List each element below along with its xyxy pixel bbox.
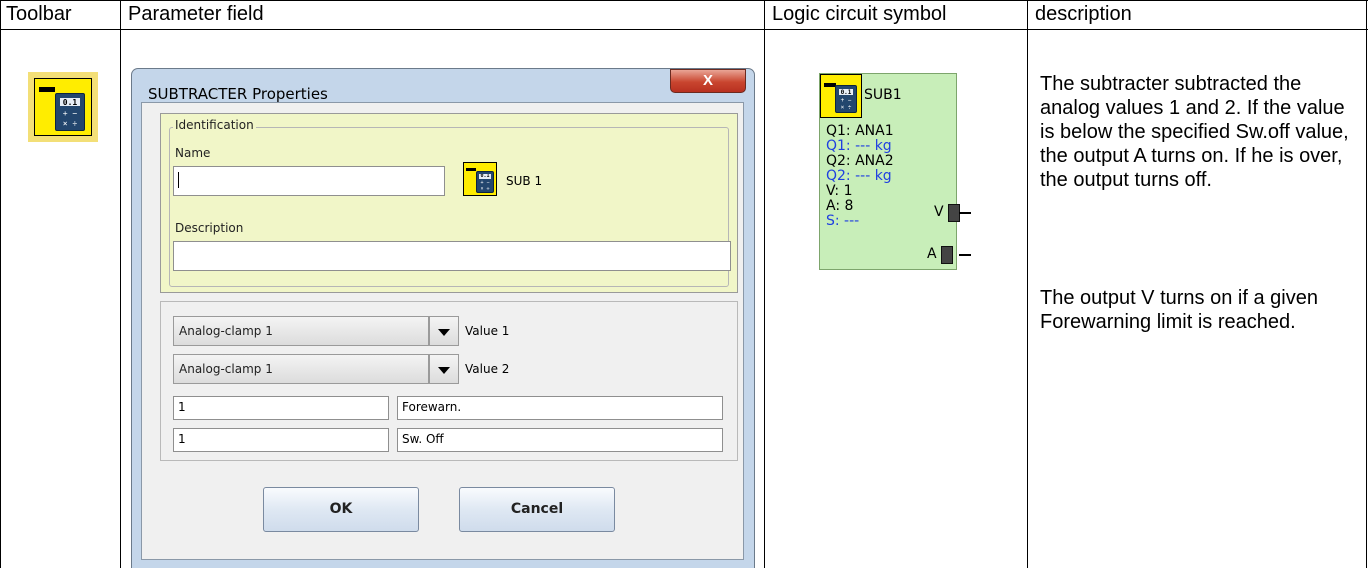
output-a-pin[interactable] — [941, 246, 953, 264]
symbol-info-line: Q1: ANA1 — [826, 123, 894, 139]
logic-circuit-symbol: 0.1 + − × ÷ SUB1 Q1: ANA1 Q1: --- kg Q2: AN… — [819, 73, 960, 270]
value2-label: Value 2 — [465, 362, 510, 376]
column-divider-4 — [1027, 0, 1028, 568]
value1-dropdown-arrow-icon[interactable] — [429, 316, 459, 346]
description-paragraph-1: The subtracter subtracted the analog val… — [1040, 73, 1349, 191]
table-header-divider — [0, 29, 1368, 30]
header-logic-symbol: Logic circuit symbol — [772, 3, 947, 25]
description-paragraph-2: The output V turns on if a given Forewar… — [1040, 287, 1318, 333]
forewarn-value-field[interactable]: 1 — [173, 396, 389, 420]
header-toolbar: Toolbar — [6, 3, 72, 25]
column-divider-2 — [120, 0, 121, 568]
value2-select[interactable]: Analog-clamp 1 — [173, 354, 429, 384]
description-field[interactable] — [173, 241, 731, 271]
subtracter-symbol-icon: 0.1 + − × ÷ — [820, 74, 862, 118]
symbol-title: SUB1 — [864, 87, 902, 103]
description-label: Description — [175, 221, 244, 235]
column-divider-3 — [764, 0, 765, 568]
swoff-label-field[interactable]: Sw. Off — [397, 428, 723, 452]
header-description: description — [1035, 3, 1132, 25]
name-field[interactable] — [173, 166, 445, 196]
symbol-info-line: Q1: --- kg — [826, 138, 892, 154]
close-button[interactable]: X — [670, 69, 746, 93]
symbol-info-line: Q2: --- kg — [826, 168, 892, 184]
identification-panel: Identification Name 0.1 + − × ÷ SUB 1 Des… — [160, 113, 738, 293]
symbol-info-line: V: 1 — [826, 183, 853, 199]
value2-dropdown-arrow-icon[interactable] — [429, 354, 459, 384]
ok-button[interactable]: OK — [263, 487, 419, 532]
output-a-label: A — [927, 246, 937, 262]
output-v-label: V — [934, 204, 944, 220]
subtracter-block-icon: 0.1 + − × ÷ — [463, 162, 497, 196]
table-border-top — [0, 0, 1368, 1]
symbol-info-line: Q2: ANA2 — [826, 153, 894, 169]
swoff-value-field[interactable]: 1 — [173, 428, 389, 452]
symbol-info-line: S: --- — [826, 213, 860, 229]
identification-legend: Identification — [173, 118, 256, 132]
parameters-panel: Analog-clamp 1 Value 1 Analog-clamp 1 Va… — [160, 301, 738, 461]
dialog-body: Identification Name 0.1 + − × ÷ SUB 1 Des… — [141, 102, 744, 560]
column-divider-5 — [1366, 0, 1367, 568]
block-name-label: SUB 1 — [506, 174, 543, 188]
forewarn-label-field[interactable]: Forewarn. — [397, 396, 723, 420]
output-v-wire — [959, 212, 971, 214]
header-parameter-field: Parameter field — [128, 3, 264, 25]
dialog-title: SUBTRACTER Properties — [148, 85, 328, 103]
value1-select[interactable]: Analog-clamp 1 — [173, 316, 429, 346]
value1-label: Value 1 — [465, 324, 510, 338]
name-label: Name — [175, 146, 211, 160]
output-a-wire — [959, 254, 971, 256]
subtracter-calculator-icon: 0.1 + − × ÷ — [34, 78, 92, 136]
subtracter-toolbar-button[interactable]: 0.1 + − × ÷ — [28, 72, 98, 142]
text-caret — [178, 172, 179, 188]
column-divider-1 — [0, 0, 1, 568]
symbol-info-line: A: 8 — [826, 198, 854, 214]
subtracter-properties-dialog: SUBTRACTER Properties X Identification N… — [131, 68, 755, 568]
cancel-button[interactable]: Cancel — [459, 487, 615, 532]
